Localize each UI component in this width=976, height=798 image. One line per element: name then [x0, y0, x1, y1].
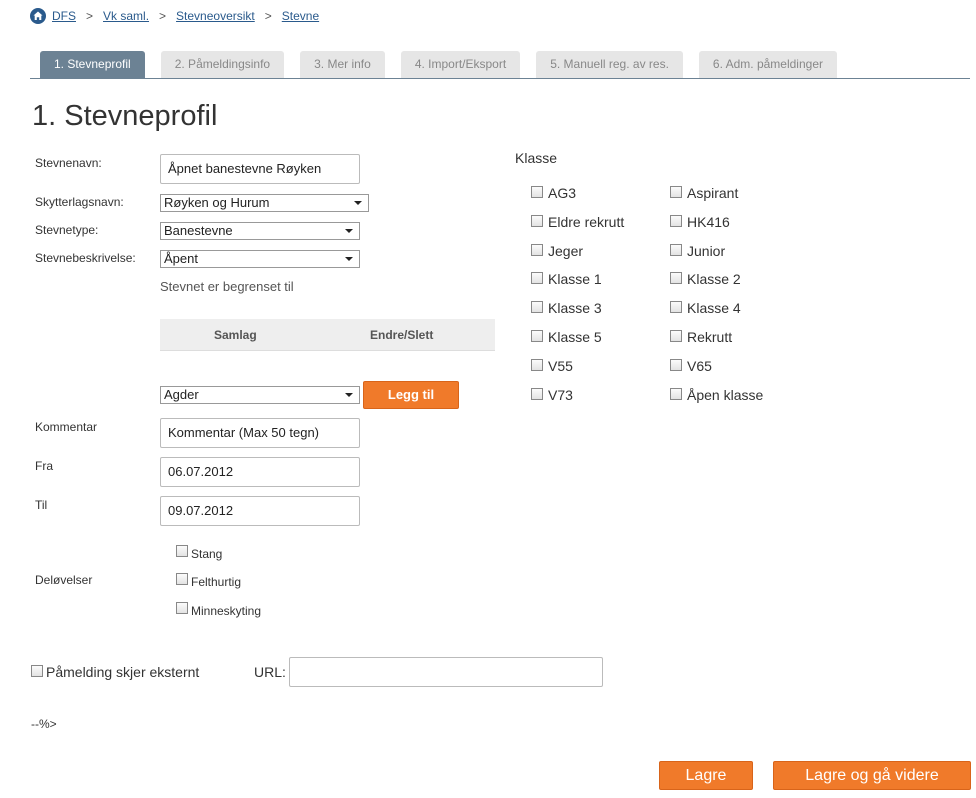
breadcrumb-separator: >	[159, 9, 167, 23]
beskrivelse-select[interactable]: Åpent	[160, 250, 360, 268]
stevnenavn-input[interactable]: Åpnet banestevne Røyken	[160, 154, 360, 184]
klasse-label: V73	[548, 387, 573, 403]
tab-manuell-reg[interactable]: 5. Manuell reg. av res.	[536, 51, 683, 78]
klasse-checkbox[interactable]	[670, 186, 682, 198]
klasse-label: Aspirant	[687, 185, 739, 201]
skytterlag-select[interactable]: Røyken og Hurum	[160, 194, 369, 212]
chevron-down-icon	[345, 229, 353, 233]
klasse-label: Jeger	[548, 243, 584, 259]
klasse-checkbox[interactable]	[531, 359, 543, 371]
til-label: Til	[35, 498, 48, 512]
klasse-checkbox[interactable]	[531, 272, 543, 284]
klasse-label: Rekrutt	[687, 329, 733, 345]
fra-date-input[interactable]: 06.07.2012	[160, 457, 360, 487]
chevron-down-icon	[345, 257, 353, 261]
ekstern-label: Påmelding skjer eksternt	[46, 664, 200, 680]
fra-label: Fra	[35, 459, 53, 473]
stevnetype-label: Stevnetype:	[35, 223, 99, 237]
minneskyting-checkbox[interactable]	[176, 602, 188, 614]
felthurtig-label: Felthurtig	[191, 575, 242, 589]
klasse-checkbox[interactable]	[670, 330, 682, 342]
klasse-label: V55	[548, 358, 573, 374]
klasse-checkbox[interactable]	[531, 330, 543, 342]
klasse-checkbox[interactable]	[670, 301, 682, 313]
legg-til-button[interactable]: Legg til	[363, 381, 459, 409]
klasse-checkbox[interactable]	[531, 186, 543, 198]
minneskyting-label: Minneskyting	[191, 604, 262, 618]
klasse-checkbox[interactable]	[531, 244, 543, 256]
tab-adm-pameldinger[interactable]: 6. Adm. påmeldinger	[698, 51, 837, 78]
felthurtig-checkbox[interactable]	[176, 573, 188, 585]
klasse-checkbox[interactable]	[670, 388, 682, 400]
breadcrumb-stevneoversikt[interactable]: Stevneoversikt	[176, 9, 255, 23]
breadcrumb-separator: >	[86, 9, 94, 23]
stevnetype-select[interactable]: Banestevne	[160, 222, 360, 240]
tab-mer-info[interactable]: 3. Mer info	[300, 51, 385, 78]
breadcrumb-separator: >	[264, 9, 272, 23]
klasse-label: AG3	[548, 185, 577, 201]
tab-underline	[30, 78, 970, 79]
stevnenavn-label: Stevnenavn:	[35, 156, 102, 170]
breadcrumb-vk-saml[interactable]: Vk saml.	[103, 9, 149, 23]
url-input[interactable]	[289, 657, 603, 687]
beskrivelse-label: Stevnebeskrivelse:	[35, 251, 136, 265]
chevron-down-icon	[354, 201, 362, 205]
save-button[interactable]: Lagre	[659, 761, 753, 790]
klasse-label: Klasse 4	[687, 300, 741, 316]
klasse-checkbox[interactable]	[531, 301, 543, 313]
klasse-label: V65	[687, 358, 712, 374]
save-and-continue-button[interactable]: Lagre og gå videre	[773, 761, 971, 790]
url-label: URL:	[254, 664, 286, 680]
home-icon[interactable]	[30, 8, 46, 24]
klasse-checkbox[interactable]	[670, 359, 682, 371]
delovelser-label: Deløvelser	[35, 573, 93, 587]
breadcrumb: DFS > Vk saml. > Stevneoversikt > Stevne	[30, 8, 319, 24]
chevron-down-icon	[345, 393, 353, 397]
page-title: 1. Stevneprofil	[32, 100, 218, 132]
klasse-label: HK416	[687, 214, 730, 230]
kommentar-label: Kommentar	[35, 420, 98, 434]
klasse-label: Klasse 2	[687, 271, 741, 287]
samlag-table-header: Samlag Endre/Slett	[160, 319, 495, 351]
klasse-label: Klasse 3	[548, 300, 602, 316]
begrenset-note: Stevnet er begrenset til	[160, 279, 294, 294]
klasse-checkbox[interactable]	[531, 388, 543, 400]
skytterlag-value: Røyken og Hurum	[164, 195, 270, 210]
tab-stevneprofil[interactable]: 1. Stevneprofil	[40, 51, 145, 78]
stray-text: --%>	[31, 717, 57, 731]
klasse-label: Åpen klasse	[687, 387, 764, 403]
ekstern-checkbox[interactable]	[31, 665, 43, 677]
tab-import-eksport[interactable]: 4. Import/Eksport	[400, 51, 521, 78]
samlag-value: Agder	[164, 387, 199, 402]
kommentar-input[interactable]: Kommentar (Max 50 tegn)	[160, 418, 360, 448]
stang-checkbox[interactable]	[176, 545, 188, 557]
klasse-checkbox[interactable]	[670, 215, 682, 227]
til-date-input[interactable]: 09.07.2012	[160, 496, 360, 526]
stang-label: Stang	[191, 547, 223, 561]
skytterlag-label: Skytterlagsnavn:	[35, 195, 124, 209]
klasse-checkbox[interactable]	[670, 272, 682, 284]
klasse-label: Klasse 5	[548, 329, 602, 345]
beskrivelse-value: Åpent	[164, 251, 198, 266]
col-samlag: Samlag	[214, 328, 257, 342]
klasse-checkbox[interactable]	[670, 244, 682, 256]
klasse-heading: Klasse	[515, 150, 558, 166]
klasse-checkbox[interactable]	[531, 215, 543, 227]
stevnetype-value: Banestevne	[164, 223, 233, 238]
breadcrumb-stevne[interactable]: Stevne	[282, 9, 319, 23]
samlag-select[interactable]: Agder	[160, 386, 360, 404]
col-endre-slett: Endre/Slett	[370, 328, 434, 342]
tab-pameldingsinfo[interactable]: 2. Påmeldingsinfo	[160, 51, 285, 78]
tab-bar: 1. Stevneprofil 2. Påmeldingsinfo 3. Mer…	[40, 51, 853, 78]
klasse-label: Klasse 1	[548, 271, 602, 287]
breadcrumb-dfs[interactable]: DFS	[52, 9, 76, 23]
klasse-label: Eldre rekrutt	[548, 214, 625, 230]
klasse-label: Junior	[687, 243, 726, 259]
